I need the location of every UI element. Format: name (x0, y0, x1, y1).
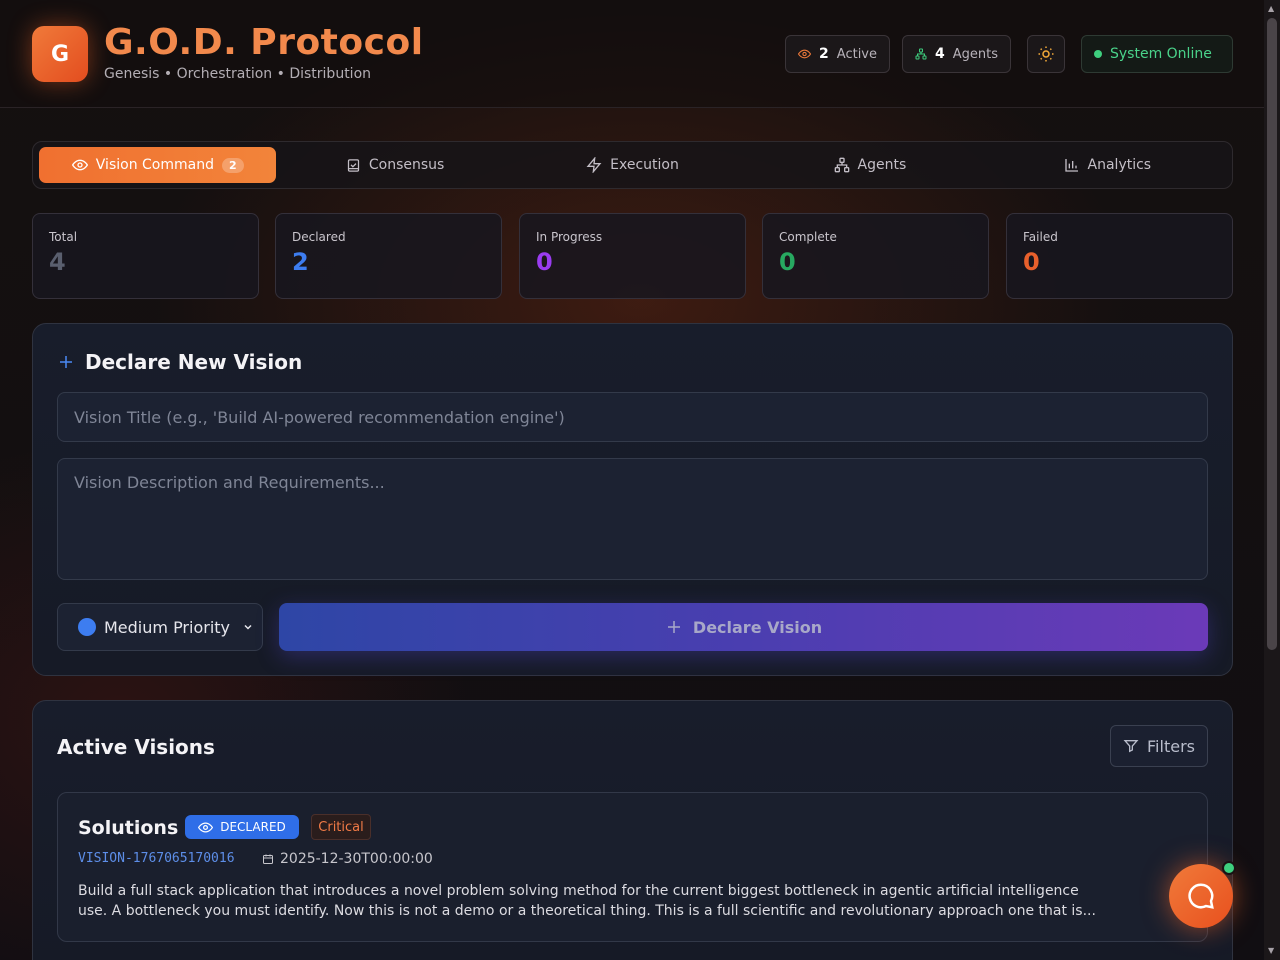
tab-label: Consensus (368, 157, 445, 173)
scroll-up-icon[interactable]: ▲ (1268, 4, 1274, 13)
stat-total: Total 4 (32, 213, 259, 299)
app-title: G.O.D. Protocol (104, 22, 424, 63)
app-subtitle: Genesis • Orchestration • Distribution (104, 66, 372, 82)
network-icon (834, 157, 849, 173)
vision-list-item[interactable]: Solutions DECLARED Critical VISION-17670… (57, 792, 1208, 942)
stat-label: Declared (292, 230, 346, 244)
filters-button[interactable]: Filters (1110, 725, 1208, 767)
stat-label: Failed (1023, 230, 1058, 244)
card-title-text: Declare New Vision (85, 350, 303, 374)
active-label: Active (836, 46, 877, 62)
system-status-pill: System Online (1081, 35, 1233, 73)
priority-select[interactable]: Medium Priority (57, 603, 263, 651)
tab-agents[interactable]: Agents (751, 147, 988, 183)
tab-label: Vision Command (95, 157, 214, 173)
tab-vision-command[interactable]: Vision Command 2 (39, 147, 277, 183)
scrollbar[interactable]: ▲ ▼ (1264, 0, 1280, 960)
priority-dot-icon (78, 618, 96, 636)
page: G G.O.D. Protocol Genesis • Orchestratio… (0, 0, 1264, 960)
stat-label: Complete (779, 230, 837, 244)
active-count: 2 (819, 46, 829, 62)
eye-icon (798, 49, 812, 59)
lightning-icon (586, 157, 602, 173)
scrollbar-thumb[interactable] (1267, 18, 1277, 650)
bar-chart-icon (1064, 159, 1078, 172)
stat-declared: Declared 2 (275, 213, 502, 299)
tab-badge: 2 (221, 157, 244, 173)
priority-value: Medium Priority (104, 617, 231, 637)
active-visions-heading: Active Visions (57, 735, 215, 759)
tab-analytics[interactable]: Analytics (989, 147, 1226, 183)
tab-label: Analytics (1087, 157, 1152, 173)
vote-icon (347, 158, 359, 172)
scroll-down-icon[interactable]: ▼ (1268, 946, 1274, 955)
date-text: 2025-12-30T00:00:00 (280, 851, 433, 867)
agents-pill[interactable]: 4 Agents (902, 35, 1011, 73)
stat-value: 2 (292, 248, 309, 276)
system-status: System Online (1110, 46, 1212, 62)
chat-bubble-icon (1188, 883, 1214, 909)
eye-icon (71, 159, 88, 171)
vision-date: 2025-12-30T00:00:00 (262, 851, 433, 867)
vision-title-input[interactable] (57, 392, 1208, 442)
filters-label: Filters (1147, 736, 1195, 756)
stat-in-progress: In Progress 0 (519, 213, 746, 299)
agents-count: 4 (934, 46, 945, 62)
tab-label: Execution (610, 157, 679, 173)
status-text: DECLARED (220, 820, 286, 834)
stat-complete: Complete 0 (762, 213, 989, 299)
active-visions-pill[interactable]: 2 Active (785, 35, 890, 73)
priority-badge: Critical (311, 814, 371, 840)
declare-vision-button[interactable]: Declare Vision (279, 603, 1208, 651)
declare-vision-card: Declare New Vision Medium Priority Decla… (32, 323, 1233, 676)
tab-execution[interactable]: Execution (514, 147, 751, 183)
declare-button-label: Declare Vision (692, 617, 823, 637)
tab-label: Agents (857, 157, 907, 173)
stat-label: Total (49, 230, 78, 244)
card-title-text: Active Visions (57, 735, 215, 759)
vision-description-input[interactable] (57, 458, 1208, 580)
stat-label: In Progress (536, 230, 603, 244)
plus-icon (667, 621, 680, 633)
filter-icon (1123, 740, 1139, 753)
sun-icon (1038, 46, 1054, 62)
agents-label: Agents (952, 46, 998, 62)
chat-online-dot-icon (1222, 861, 1236, 875)
stat-value: 0 (779, 248, 796, 276)
tab-consensus[interactable]: Consensus (276, 147, 513, 183)
network-icon (915, 48, 927, 60)
status-badge: DECLARED (185, 815, 299, 839)
chat-button[interactable] (1169, 864, 1233, 928)
vision-description: Build a full stack application that intr… (78, 883, 1096, 919)
chevron-down-icon (244, 624, 252, 630)
stat-value: 4 (49, 248, 66, 276)
status-dot-icon (1094, 50, 1102, 58)
active-visions-card: Active Visions Filters Solutions DECLARE… (32, 700, 1233, 960)
declare-vision-heading: Declare New Vision (57, 350, 302, 374)
stat-value: 0 (1023, 248, 1040, 276)
stat-failed: Failed 0 (1006, 213, 1233, 299)
theme-toggle-button[interactable] (1027, 35, 1065, 73)
plus-icon (60, 356, 72, 368)
main-tabs: Vision Command 2 Consensus Execution Age… (32, 141, 1233, 189)
calendar-icon (263, 854, 273, 864)
vision-name: Solutions (78, 817, 179, 839)
stat-value: 0 (536, 248, 553, 276)
eye-icon (198, 821, 214, 833)
app-header: G G.O.D. Protocol Genesis • Orchestratio… (0, 0, 1264, 108)
vision-id: VISION-1767065170016 (78, 851, 235, 866)
app-logo: G (32, 26, 88, 82)
